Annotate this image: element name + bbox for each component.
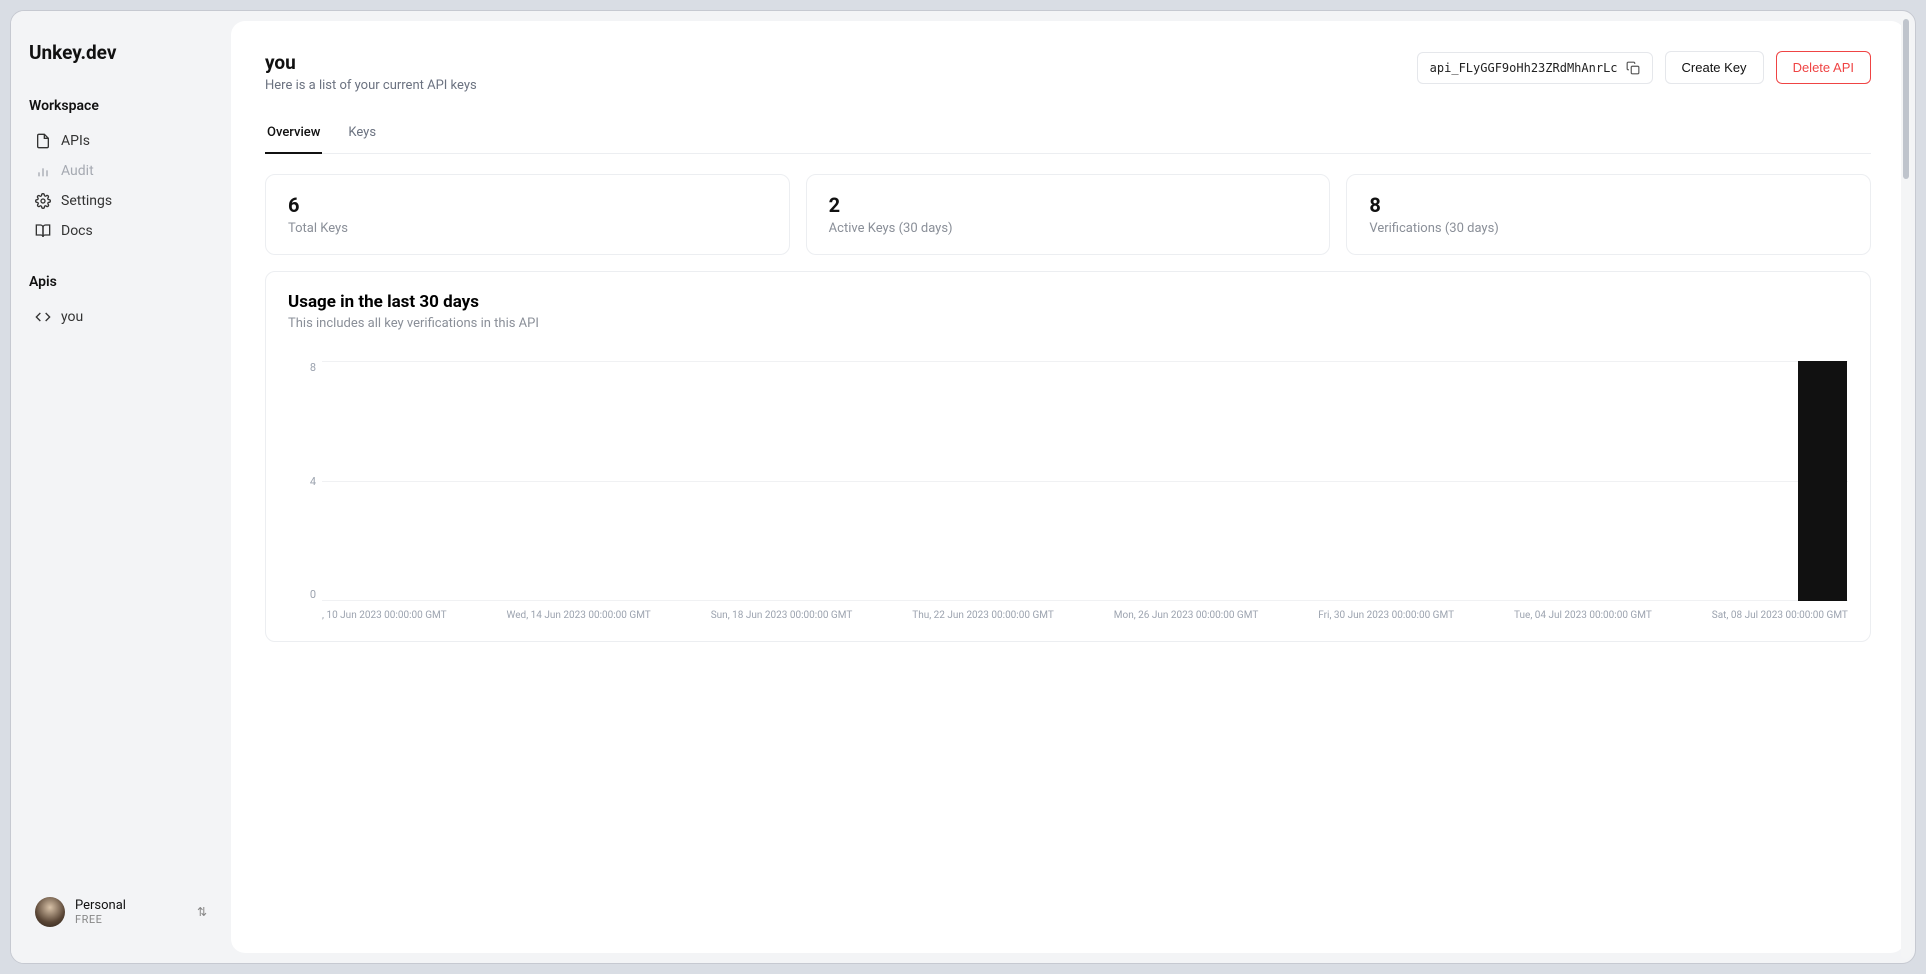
- x-tick: Thu, 22 Jun 2023 00:00:00 GMT: [912, 610, 1054, 621]
- tab-keys[interactable]: Keys: [346, 117, 378, 154]
- api-id-pill: api_FLyGGF9oHh23ZRdMhAnrLc: [1417, 52, 1653, 84]
- workspace-section-label: Workspace: [29, 98, 213, 114]
- chart-title: Usage in the last 30 days: [288, 292, 1848, 312]
- stat-label: Verifications (30 days): [1369, 221, 1848, 236]
- create-key-button[interactable]: Create Key: [1665, 51, 1764, 84]
- copy-icon[interactable]: [1626, 61, 1640, 75]
- chart-bars: [322, 361, 1848, 601]
- sidebar-api-you[interactable]: you: [29, 302, 213, 332]
- stat-value: 6: [288, 193, 767, 217]
- sidebar-item-label: Docs: [61, 223, 93, 239]
- y-tick: 4: [302, 475, 316, 488]
- chart-bar: [1798, 361, 1847, 601]
- x-tick: , 10 Jun 2023 00:00:00 GMT: [322, 610, 447, 621]
- scrollbar-track[interactable]: [1901, 15, 1911, 959]
- chart-subtitle: This includes all key verifications in t…: [288, 316, 1848, 331]
- account-switcher[interactable]: Personal FREE ⇅: [29, 891, 213, 933]
- apis-nav: you: [29, 302, 213, 332]
- x-tick: Tue, 04 Jul 2023 00:00:00 GMT: [1514, 610, 1652, 621]
- gear-icon: [35, 193, 51, 209]
- y-tick: 8: [302, 361, 316, 374]
- page-subtitle: Here is a list of your current API keys: [265, 78, 477, 93]
- x-tick: Wed, 14 Jun 2023 00:00:00 GMT: [507, 610, 651, 621]
- apis-section-label: Apis: [29, 274, 213, 290]
- header-actions: api_FLyGGF9oHh23ZRdMhAnrLc Create Key De…: [1417, 51, 1871, 84]
- stat-label: Total Keys: [288, 221, 767, 236]
- stat-card-active-keys: 2 Active Keys (30 days): [806, 174, 1331, 255]
- sidebar-item-settings[interactable]: Settings: [29, 186, 213, 216]
- sidebar-item-apis[interactable]: APIs: [29, 126, 213, 156]
- stat-value: 2: [829, 193, 1308, 217]
- avatar: [35, 897, 65, 927]
- sidebar-item-label: Settings: [61, 193, 112, 209]
- x-tick: Fri, 30 Jun 2023 00:00:00 GMT: [1318, 610, 1454, 621]
- api-id-value: api_FLyGGF9oHh23ZRdMhAnrLc: [1430, 61, 1618, 75]
- book-icon: [35, 223, 51, 239]
- stat-label: Active Keys (30 days): [829, 221, 1308, 236]
- stat-cards: 6 Total Keys 2 Active Keys (30 days) 8 V…: [265, 174, 1871, 255]
- usage-chart-card: Usage in the last 30 days This includes …: [265, 271, 1871, 642]
- brand-logo: Unkey.dev: [29, 41, 213, 64]
- scrollbar-thumb[interactable]: [1903, 19, 1909, 179]
- code-icon: [35, 309, 51, 325]
- x-tick: Sat, 08 Jul 2023 00:00:00 GMT: [1712, 610, 1848, 621]
- sidebar-item-label: Audit: [61, 163, 94, 179]
- y-axis: 8 4 0: [302, 361, 316, 601]
- account-plan: FREE: [75, 913, 187, 926]
- chevron-up-down-icon: ⇅: [197, 905, 207, 919]
- y-tick: 0: [302, 588, 316, 601]
- stat-value: 8: [1369, 193, 1848, 217]
- x-tick: Mon, 26 Jun 2023 00:00:00 GMT: [1114, 610, 1259, 621]
- delete-api-button[interactable]: Delete API: [1776, 51, 1871, 84]
- sidebar-item-label: you: [61, 309, 83, 325]
- sidebar-item-audit: Audit: [29, 156, 213, 186]
- tab-overview[interactable]: Overview: [265, 117, 322, 154]
- file-icon: [35, 133, 51, 149]
- usage-chart: 840 , 10 Jun 2023 00:00:00 GMTWed, 14 Ju…: [308, 361, 1848, 621]
- sidebar: Unkey.dev Workspace APIs Audit Settings …: [11, 11, 231, 963]
- account-info: Personal FREE: [75, 898, 187, 926]
- workspace-nav: APIs Audit Settings Docs: [29, 126, 213, 246]
- chart-icon: [35, 163, 51, 179]
- x-axis: , 10 Jun 2023 00:00:00 GMT Wed, 14 Jun 20…: [322, 610, 1848, 621]
- page-header: you Here is a list of your current API k…: [265, 51, 1871, 93]
- stat-card-total-keys: 6 Total Keys: [265, 174, 790, 255]
- x-tick: Sun, 18 Jun 2023 00:00:00 GMT: [711, 610, 853, 621]
- main-panel: you Here is a list of your current API k…: [231, 21, 1905, 953]
- tabs: Overview Keys: [265, 117, 1871, 154]
- sidebar-item-label: APIs: [61, 133, 90, 149]
- stat-card-verifications: 8 Verifications (30 days): [1346, 174, 1871, 255]
- account-name: Personal: [75, 898, 187, 913]
- sidebar-item-docs[interactable]: Docs: [29, 216, 213, 246]
- page-title: you: [265, 51, 477, 74]
